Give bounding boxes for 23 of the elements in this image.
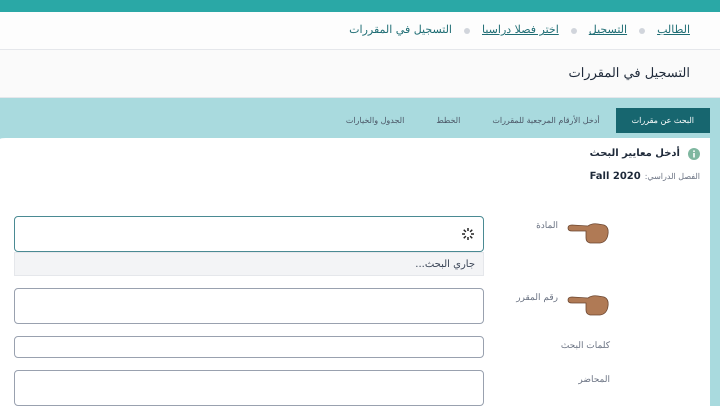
breadcrumb-link[interactable]: اختر فصلا دراسيا [482, 22, 559, 39]
tab[interactable]: الجدول والخيارات [330, 108, 420, 133]
info-icon [688, 148, 700, 160]
input-field[interactable] [14, 216, 484, 252]
tab[interactable]: أدخل الأرقام المرجعية للمقررات [476, 108, 616, 133]
term-value: Fall 2020 [590, 170, 641, 184]
loading-spinner-icon [461, 227, 475, 241]
tab[interactable]: البحث عن مقررات [616, 108, 710, 133]
page-title: التسجيل في المقررات [568, 64, 690, 83]
field-label: المادة [536, 220, 558, 233]
dropdown-status: جاري البحث... [14, 252, 484, 276]
input-field[interactable] [14, 336, 484, 358]
breadcrumb-link[interactable]: التسجيل [588, 22, 628, 39]
field-label: كلمات البحث [560, 340, 610, 353]
input-field[interactable] [14, 370, 484, 406]
term-label: الفصل الدراسي: [644, 170, 700, 182]
field-label: رقم المقرر [516, 292, 558, 305]
input-field[interactable] [14, 288, 484, 324]
field-label: المحاضر [578, 374, 610, 387]
breadcrumb-link[interactable]: الطالب [657, 22, 690, 39]
breadcrumb-current: التسجيل في المقررات [349, 22, 452, 38]
section-heading: أدخل معايير البحث [590, 146, 680, 161]
tab[interactable]: الخطط [420, 108, 476, 133]
